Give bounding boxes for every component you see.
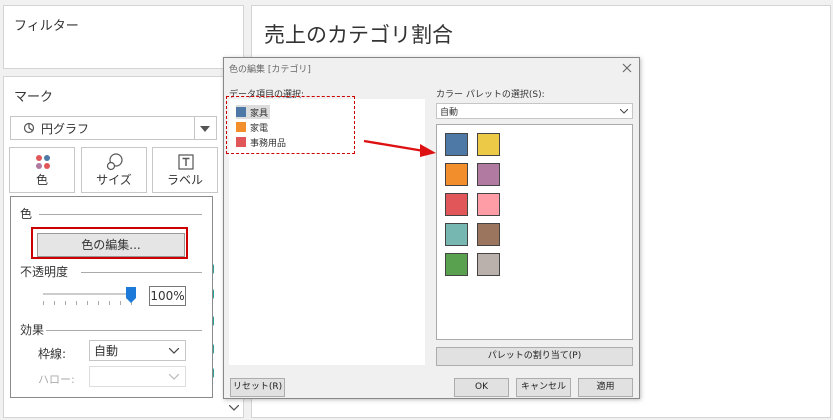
chevron-down-icon <box>169 374 179 380</box>
size-mark-label: サイズ <box>96 173 132 187</box>
size-circles-icon <box>106 153 123 171</box>
assign-palette-label: パレットの割り当て(P) <box>487 351 582 361</box>
palette-swatch[interactable] <box>477 253 500 276</box>
color-mark-label: 色 <box>35 173 48 187</box>
effects-section-divider <box>46 330 202 331</box>
opacity-slider[interactable] <box>43 287 136 309</box>
filters-panel: フィルター <box>3 5 244 69</box>
dialog-title: 色の編集 [カテゴリ] <box>229 65 311 75</box>
opacity-slider-thumb[interactable] <box>126 287 136 303</box>
ok-button[interactable]: OK <box>454 378 509 397</box>
reset-button[interactable]: リセット(R) <box>230 378 285 397</box>
close-icon[interactable] <box>622 63 632 73</box>
color-dots-icon <box>36 155 50 169</box>
arrow-annotation-icon <box>363 139 436 157</box>
effects-section-label: 効果 <box>20 323 45 337</box>
opacity-value: 100% <box>150 289 185 303</box>
color-section-divider <box>39 214 202 215</box>
filters-title: フィルター <box>14 19 79 34</box>
size-mark-button[interactable]: サイズ <box>81 147 147 193</box>
label-mark-button[interactable]: ラベル <box>152 147 218 193</box>
palette-dropdown[interactable]: 自動 <box>436 103 633 119</box>
palette-swatch[interactable] <box>445 223 468 246</box>
border-label: 枠線: <box>38 347 67 361</box>
palette-value: 自動 <box>440 107 459 118</box>
opacity-value-box[interactable]: 100% <box>149 286 186 306</box>
mark-type-dropdown[interactable]: 円グラフ <box>10 116 217 140</box>
border-dropdown[interactable]: 自動 <box>89 340 186 361</box>
halo-label: ハロー: <box>38 373 75 386</box>
marks-title: マーク <box>14 90 54 105</box>
apply-label: 適用 <box>596 382 615 392</box>
opacity-section-label: 不透明度 <box>20 265 69 279</box>
palette-swatch[interactable] <box>445 133 468 156</box>
palette-swatch[interactable] <box>477 223 500 246</box>
palette-swatch[interactable] <box>477 133 500 156</box>
color-section-label: 色 <box>20 207 33 221</box>
chevron-down-icon <box>200 126 210 132</box>
ok-label: OK <box>475 382 488 392</box>
chevron-down-icon[interactable] <box>229 405 239 411</box>
edit-colors-highlight <box>31 227 188 259</box>
palette-swatch[interactable] <box>445 163 468 186</box>
palette-swatch[interactable] <box>477 163 500 186</box>
chevron-down-icon <box>169 348 179 354</box>
palette-label: カラー パレットの選択(S): <box>436 90 545 100</box>
mark-type-value: 円グラフ <box>41 121 90 136</box>
palette-grid <box>436 124 633 340</box>
color-mark-button[interactable]: 色 <box>9 147 75 193</box>
reset-label: リセット(R) <box>232 382 283 392</box>
pie-chart-icon <box>23 122 35 134</box>
cancel-label: キャンセル <box>520 382 566 392</box>
opacity-slider-track <box>43 293 133 295</box>
chevron-down-icon <box>620 109 628 114</box>
assign-palette-button[interactable]: パレットの割り当て(P) <box>436 347 633 366</box>
sheet-title: 売上のカテゴリ割合 <box>264 23 453 47</box>
palette-swatch[interactable] <box>445 253 468 276</box>
label-mark-label: ラベル <box>166 173 203 187</box>
palette-swatch[interactable] <box>445 193 468 216</box>
opacity-section-divider <box>81 272 202 273</box>
halo-dropdown[interactable] <box>89 366 186 387</box>
data-items-highlight <box>226 96 355 154</box>
cancel-button[interactable]: キャンセル <box>516 378 571 397</box>
apply-button[interactable]: 適用 <box>578 378 633 397</box>
border-value: 自動 <box>94 344 119 358</box>
opacity-slider-ticks <box>43 301 133 305</box>
palette-swatch[interactable] <box>477 193 500 216</box>
label-t-icon <box>178 154 194 170</box>
